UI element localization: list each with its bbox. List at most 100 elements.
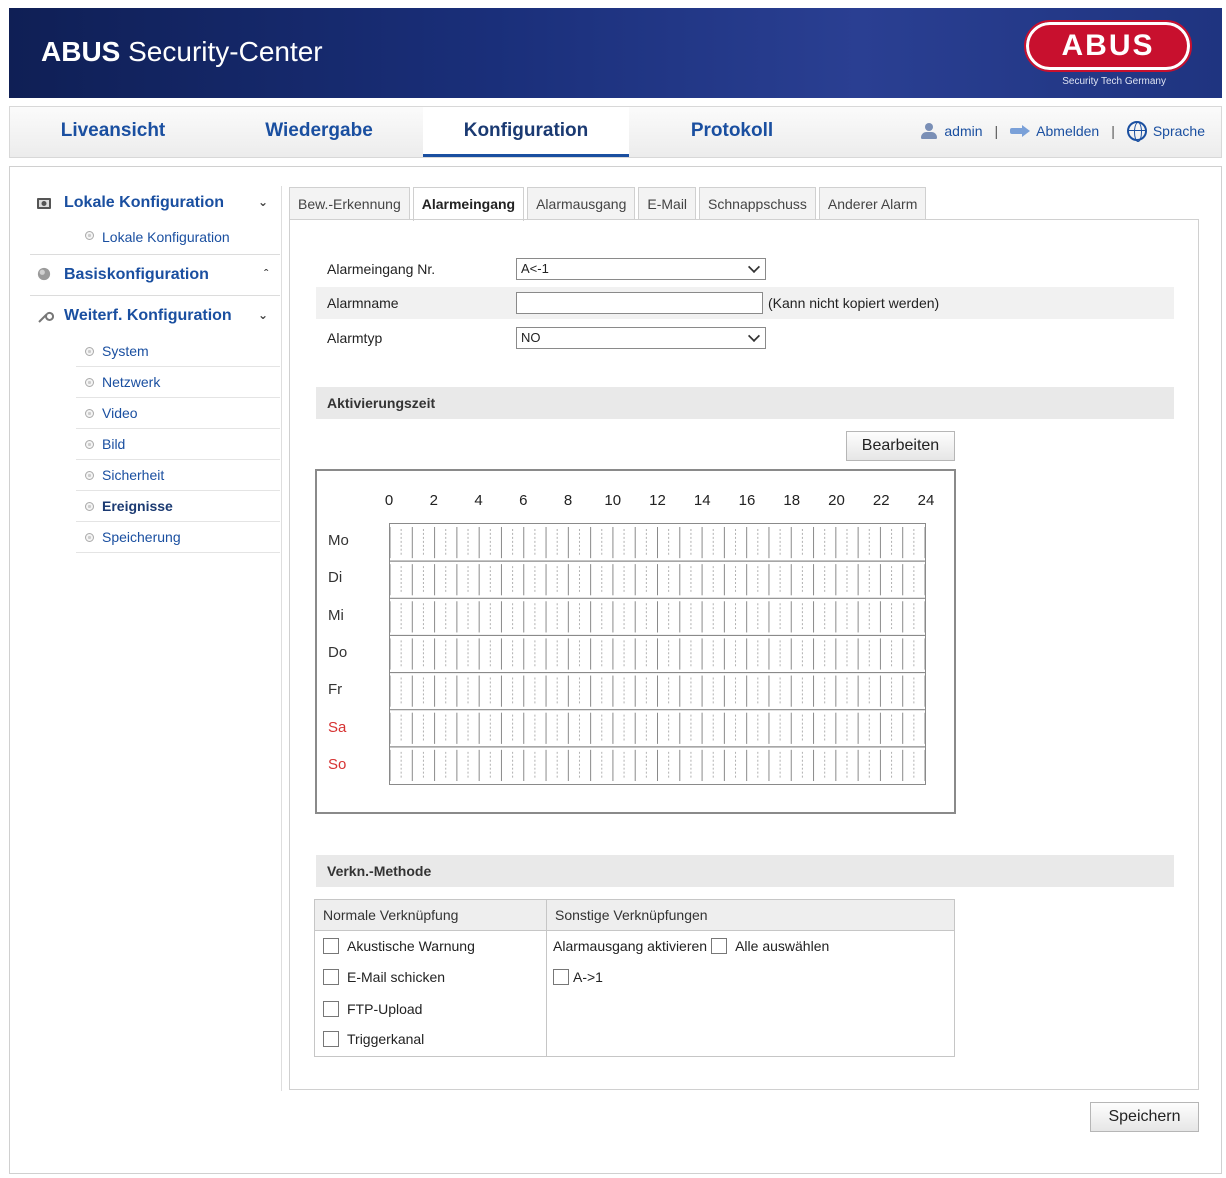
alarm-output-option: A->1 xyxy=(553,969,603,985)
alarm-output-row: Alarmausgang aktivieren Alle auswählen xyxy=(553,938,829,954)
chevron-up-icon: ˆ xyxy=(264,267,268,281)
user-icon xyxy=(920,122,938,140)
alarm-input-select[interactable]: A<-1 xyxy=(516,258,766,280)
tab-konfiguration[interactable]: Konfiguration xyxy=(423,107,629,157)
tab-wiedergabe[interactable]: Wiedergabe xyxy=(216,107,422,157)
linkage-table: Normale Verknüpfung Sonstige Verknüpfung… xyxy=(314,899,955,1057)
alarm-name-hint: (Kann nicht kopiert werden) xyxy=(768,295,940,311)
bullet-icon xyxy=(85,409,94,418)
alarm-output-a1-checkbox[interactable] xyxy=(553,969,569,985)
day-label: Mi xyxy=(328,606,344,624)
sidebar-item-label: System xyxy=(102,343,149,359)
day-label: Fr xyxy=(328,681,343,699)
alarm-name-label: Alarmname xyxy=(327,295,399,311)
sidebar-item-lokale-konfiguration[interactable]: Lokale Konfiguration xyxy=(76,220,280,254)
hour-label: 20 xyxy=(828,492,845,509)
tab-alarmeingang[interactable]: Alarmeingang xyxy=(412,187,525,221)
sidebar-item-sicherheit[interactable]: Sicherheit xyxy=(76,460,280,491)
linkage-option-label: E-Mail schicken xyxy=(347,969,446,985)
hour-label: 16 xyxy=(738,492,756,509)
sidebar-item-ereignisse[interactable]: Ereignisse xyxy=(76,491,280,522)
event-tabs: Bew.-Erkennung Alarmeingang Alarmausgang… xyxy=(289,187,929,221)
sidebar-item-label: Video xyxy=(102,405,138,421)
schedule-grid[interactable] xyxy=(389,523,926,785)
tab-anderer-alarm[interactable]: Anderer Alarm xyxy=(818,187,927,220)
row-alarm-name: Alarmname (Kann nicht kopiert werden) xyxy=(316,287,1174,319)
acoustic-warning-checkbox[interactable] xyxy=(323,938,339,954)
section-linkage-method: Verkn.-Methode xyxy=(316,855,1174,887)
sidebar-item-bild[interactable]: Bild xyxy=(76,429,280,460)
tab-e-mail[interactable]: E-Mail xyxy=(638,187,697,220)
select-all-checkbox[interactable] xyxy=(711,938,728,954)
sidebar-divider-vertical xyxy=(281,186,282,1091)
linkage-option-label: Triggerkanal xyxy=(347,1031,425,1047)
schedule-panel: 0 2 4 6 8 10 12 14 16 18 20 22 24 Mo Di Mi Do Fr Sa So xyxy=(315,469,956,814)
sidebar-item-system[interactable]: System xyxy=(76,336,280,367)
ftp-upload-checkbox[interactable] xyxy=(323,1001,339,1017)
app-title: ABUS Security-Center xyxy=(41,36,323,67)
hour-label: 2 xyxy=(429,492,438,509)
sidebar-group-basis[interactable]: Basiskonfiguration ˆ xyxy=(30,255,280,295)
alarm-input-value: A<-1 xyxy=(521,261,549,276)
sidebar-item-label: Ereignisse xyxy=(102,498,173,514)
language-link[interactable]: Sprache xyxy=(1153,123,1205,139)
save-button[interactable]: Speichern xyxy=(1090,1102,1199,1132)
linkage-option-trigger: Triggerkanal xyxy=(323,1031,424,1047)
tab-protokoll[interactable]: Protokoll xyxy=(629,107,835,157)
sidebar-item-netzwerk[interactable]: Netzwerk xyxy=(76,367,280,398)
globe-icon xyxy=(1126,121,1147,142)
alarm-output-label: Alarmausgang aktivieren xyxy=(553,938,708,954)
sidebar-group-label: Weiterf. Konfiguration xyxy=(64,307,232,324)
sidebar-item-label: Lokale Konfiguration xyxy=(102,229,230,245)
sidebar-group-local[interactable]: Lokale Konfiguration ⌄ xyxy=(30,186,280,220)
alarm-name-input[interactable] xyxy=(516,292,763,314)
tab-liveansicht[interactable]: Liveansicht xyxy=(10,107,216,157)
wrench-icon xyxy=(38,311,54,323)
select-all-label: Alle auswählen xyxy=(735,938,830,954)
sidebar-item-label: Netzwerk xyxy=(102,374,161,390)
linkage-option-ftp: FTP-Upload xyxy=(323,1001,422,1017)
other-linkage-header: Sonstige Verknüpfungen xyxy=(547,900,954,931)
alarm-type-value: NO xyxy=(521,330,541,345)
logout-icon xyxy=(1010,125,1031,137)
tab-alarmausgang[interactable]: Alarmausgang xyxy=(527,187,636,220)
sidebar-item-label: Bild xyxy=(102,436,126,452)
linkage-option-acoustic: Akustische Warnung xyxy=(323,938,475,954)
camera-icon xyxy=(37,198,51,209)
alarm-type-select[interactable]: NO xyxy=(516,327,766,349)
bullet-icon xyxy=(85,440,94,449)
sidebar-item-video[interactable]: Video xyxy=(76,398,280,429)
column-divider xyxy=(546,900,547,1056)
logout-link[interactable]: Abmelden xyxy=(1036,123,1099,139)
hour-label: 24 xyxy=(917,492,935,509)
trigger-channel-checkbox[interactable] xyxy=(323,1031,339,1047)
hour-label: 12 xyxy=(649,492,666,509)
user-menu: admin | Abmelden | Sprache xyxy=(920,121,1205,142)
bullet-icon xyxy=(85,378,94,387)
day-label: Sa xyxy=(328,718,347,736)
username-link[interactable]: admin xyxy=(944,123,982,139)
edit-button[interactable]: Bearbeiten xyxy=(846,431,955,461)
chevron-down-icon: ⌄ xyxy=(257,308,268,322)
hour-label: 18 xyxy=(783,492,801,509)
sidebar: Lokale Konfiguration ⌄ Lokale Konfigurat… xyxy=(30,186,280,553)
chevron-down-icon xyxy=(747,260,761,274)
sidebar-group-label: Lokale Konfiguration xyxy=(64,194,224,211)
sidebar-group-label: Basiskonfiguration xyxy=(64,266,209,283)
app-header: ABUS Security-Center ABUS Security Tech … xyxy=(9,8,1222,98)
bullet-icon xyxy=(85,502,94,511)
tab-schnappschuss[interactable]: Schnappschuss xyxy=(699,187,816,220)
chevron-down-icon xyxy=(747,329,761,343)
sidebar-item-label: Speicherung xyxy=(102,529,181,545)
alarm-type-label: Alarmtyp xyxy=(327,330,383,346)
linkage-option-email: E-Mail schicken xyxy=(323,969,445,985)
sidebar-item-speicherung[interactable]: Speicherung xyxy=(76,522,280,553)
row-alarm-input: Alarmeingang Nr. A<-1 xyxy=(316,253,1174,285)
day-label: So xyxy=(328,756,347,774)
bullet-icon xyxy=(85,347,94,356)
send-email-checkbox[interactable] xyxy=(323,969,339,985)
tab-bew-erkennung[interactable]: Bew.-Erkennung xyxy=(289,187,410,220)
sidebar-group-weiterf[interactable]: Weiterf. Konfiguration ⌄ xyxy=(30,296,280,336)
hour-label: 22 xyxy=(872,492,890,509)
bullet-icon xyxy=(85,533,94,542)
